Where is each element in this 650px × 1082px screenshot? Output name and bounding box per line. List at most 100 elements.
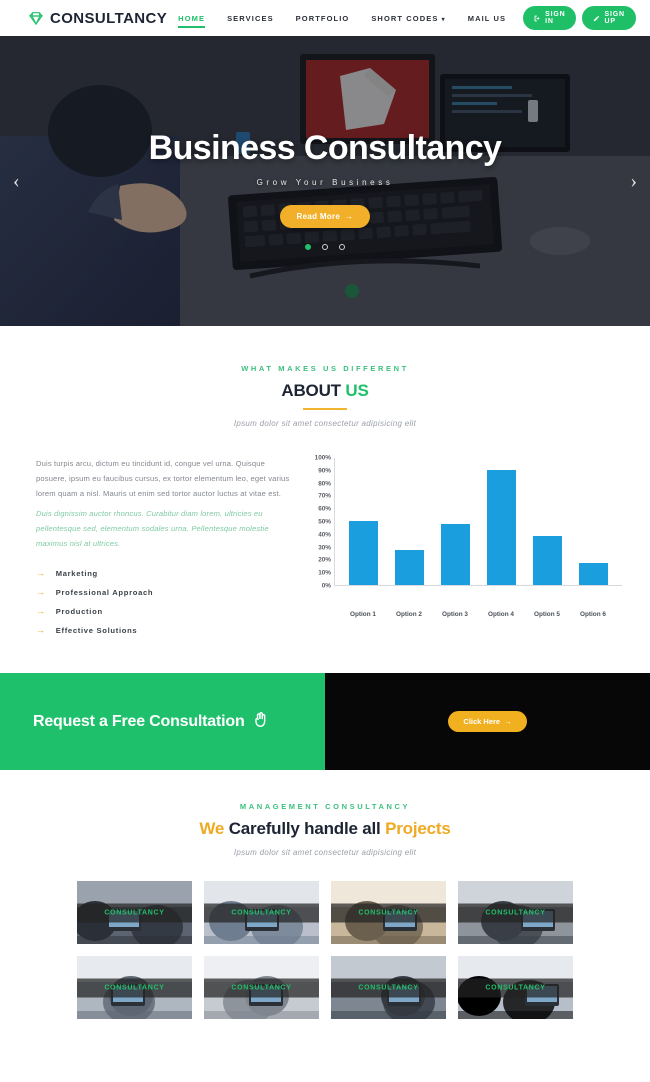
portfolio-tile[interactable]: CONSULTANCY [204, 956, 319, 1020]
cta-button-label: Click Here [463, 717, 501, 727]
chart-bar [395, 550, 425, 585]
sign-up-label: SIGN UP [604, 11, 625, 25]
about-description: Ipsum dolor sit amet consectetur adipisi… [233, 419, 417, 428]
chart-y-tick: 0% [321, 582, 331, 590]
hero-dot-3[interactable] [339, 243, 345, 250]
about-chart-column: 100% 90% 80% 70% 60% 50% 40% 30% 20% 10% 0% Option… [308, 454, 622, 618]
chart-y-tick: 100% [314, 454, 331, 462]
about-paragraph-accent: Duis dignissim auctor rhoncus. Curabitur… [36, 508, 269, 548]
login-icon [534, 15, 541, 22]
nav-label: SERVICES [227, 13, 274, 23]
portfolio-tile-band: CONSULTANCY [204, 903, 319, 923]
chart-y-tick: 20% [318, 556, 331, 564]
sign-in-button[interactable]: SIGN IN [523, 6, 577, 30]
list-item[interactable]: → Professional Approach [36, 588, 294, 598]
chart-plot-area [334, 458, 622, 586]
portfolio-tile-band: CONSULTANCY [204, 978, 319, 998]
main-nav: HOME SERVICES PORTFOLIO SHORT CODES ▾ MA… [167, 6, 636, 30]
portfolio-tile[interactable]: CONSULTANCY [331, 956, 446, 1020]
portfolio-tile-band: CONSULTANCY [331, 903, 446, 923]
arrow-right-icon: → [345, 211, 354, 221]
about-text-column: Duis turpis arcu, dictum eu tincidunt id… [36, 456, 294, 645]
hero-read-more-button[interactable]: Read More → [279, 204, 371, 228]
pointing-hand-icon [252, 710, 271, 734]
list-item[interactable]: → Effective Solutions [36, 625, 294, 636]
nav-label: PORTFOLIO [295, 13, 350, 23]
portfolio-tile-label: CONSULTANCY [104, 909, 165, 917]
chart-bar [532, 536, 562, 585]
nav-label: HOME [178, 13, 206, 23]
about-title-rule [303, 408, 347, 410]
portfolio-tile-band: CONSULTANCY [458, 978, 573, 998]
portfolio-tile[interactable]: CONSULTANCY [204, 881, 319, 945]
about-feature-list: → Marketing → Professional Approach → Pr… [36, 569, 294, 636]
about-title-part1: ABOUT [281, 381, 341, 400]
chart-bar [578, 563, 608, 585]
hero-dot-1[interactable] [305, 243, 311, 250]
chart-x-axis: Option 1 Option 2 Option 3 Option 4 Option 5… [334, 611, 622, 618]
hero-title: Business Consultancy [148, 128, 502, 167]
about-title-part2: US [345, 381, 369, 400]
portfolio-eyebrow: MANAGEMENT CONSULTANCY [239, 802, 411, 812]
chart-x-tick: Option 2 [396, 611, 422, 618]
chevron-down-icon: ▾ [441, 16, 446, 23]
portfolio-grid: CONSULTANCY CONSULTANCY CONSULTANCY CONSULT… [0, 881, 650, 1020]
chart-bar [486, 469, 516, 585]
portfolio-tile[interactable]: CONSULTANCY [458, 956, 573, 1020]
list-item[interactable]: → Production [36, 607, 294, 617]
chart-y-tick: 50% [318, 518, 331, 526]
portfolio-tile[interactable]: CONSULTANCY [77, 881, 192, 945]
list-item-label: Production [55, 607, 103, 617]
portfolio-tile[interactable]: CONSULTANCY [77, 956, 192, 1020]
chart-y-tick: 40% [318, 531, 331, 539]
nav-item-services[interactable]: SERVICES [216, 10, 285, 27]
chart-y-tick: 30% [318, 544, 331, 552]
portfolio-tile-label: CONSULTANCY [358, 984, 419, 992]
nav-item-home[interactable]: HOME [167, 10, 216, 28]
list-item-label: Professional Approach [55, 588, 154, 598]
hero-dots [305, 243, 345, 250]
chart-y-tick: 70% [318, 492, 331, 500]
about-eyebrow: WHAT MAKES US DIFFERENT [241, 364, 409, 373]
list-item-label: Marketing [55, 569, 98, 579]
nav-item-short-codes[interactable]: SHORT CODES ▾ [360, 10, 456, 27]
portfolio-title-part3: Projects [385, 819, 451, 839]
hero-button-label: Read More [296, 211, 341, 221]
about-title: ABOUT US [0, 381, 650, 401]
portfolio-tile-band: CONSULTANCY [77, 903, 192, 923]
portfolio-tile-label: CONSULTANCY [485, 909, 546, 917]
brand-text: CONSULTANCY [50, 9, 168, 27]
portfolio-title: We Carefully handle all Projects [0, 819, 650, 839]
bar-chart: 100% 90% 80% 70% 60% 50% 40% 30% 20% 10% 0% [308, 454, 622, 606]
chart-y-tick: 10% [318, 569, 331, 577]
list-item[interactable]: → Marketing [36, 569, 294, 579]
cta-click-here-button[interactable]: Click Here → [448, 711, 527, 733]
nav-label: SHORT CODES [371, 13, 439, 23]
chart-y-tick: 60% [318, 505, 331, 513]
about-body: Duis turpis arcu, dictum eu tincidunt id… [0, 428, 650, 645]
portfolio-tile[interactable]: CONSULTANCY [331, 881, 446, 945]
chart-x-tick: Option 4 [488, 611, 514, 618]
chart-y-tick: 90% [318, 467, 331, 475]
portfolio-tile[interactable]: CONSULTANCY [458, 881, 573, 945]
portfolio-tile-label: CONSULTANCY [231, 984, 292, 992]
portfolio-tile-label: CONSULTANCY [485, 984, 546, 992]
sign-up-button[interactable]: SIGN UP [582, 6, 636, 30]
portfolio-tile-band: CONSULTANCY [77, 978, 192, 998]
arrow-right-icon: → [36, 625, 46, 636]
sign-in-label: SIGN IN [545, 11, 566, 25]
cta-green-panel: Request a Free Consultation [0, 673, 325, 771]
about-heading: WHAT MAKES US DIFFERENT ABOUT US Ipsum d… [0, 364, 650, 428]
list-item-label: Effective Solutions [55, 626, 138, 636]
portfolio-title-part1: We [199, 819, 225, 839]
arrow-right-icon: → [504, 717, 512, 727]
portfolio-section: MANAGEMENT CONSULTANCY We Carefully hand… [0, 770, 650, 1036]
brand-logo[interactable]: CONSULTANCY [14, 10, 167, 27]
nav-item-portfolio[interactable]: PORTFOLIO [285, 10, 361, 27]
cta-banner: Request a Free Consultation Click Here → [0, 673, 650, 771]
nav-label: MAIL US [467, 13, 507, 23]
cta-dark-panel: Click Here → [325, 673, 650, 771]
hero-dot-2[interactable] [322, 243, 328, 250]
nav-item-mail-us[interactable]: MAIL US [457, 10, 517, 27]
chart-bar [349, 521, 379, 585]
